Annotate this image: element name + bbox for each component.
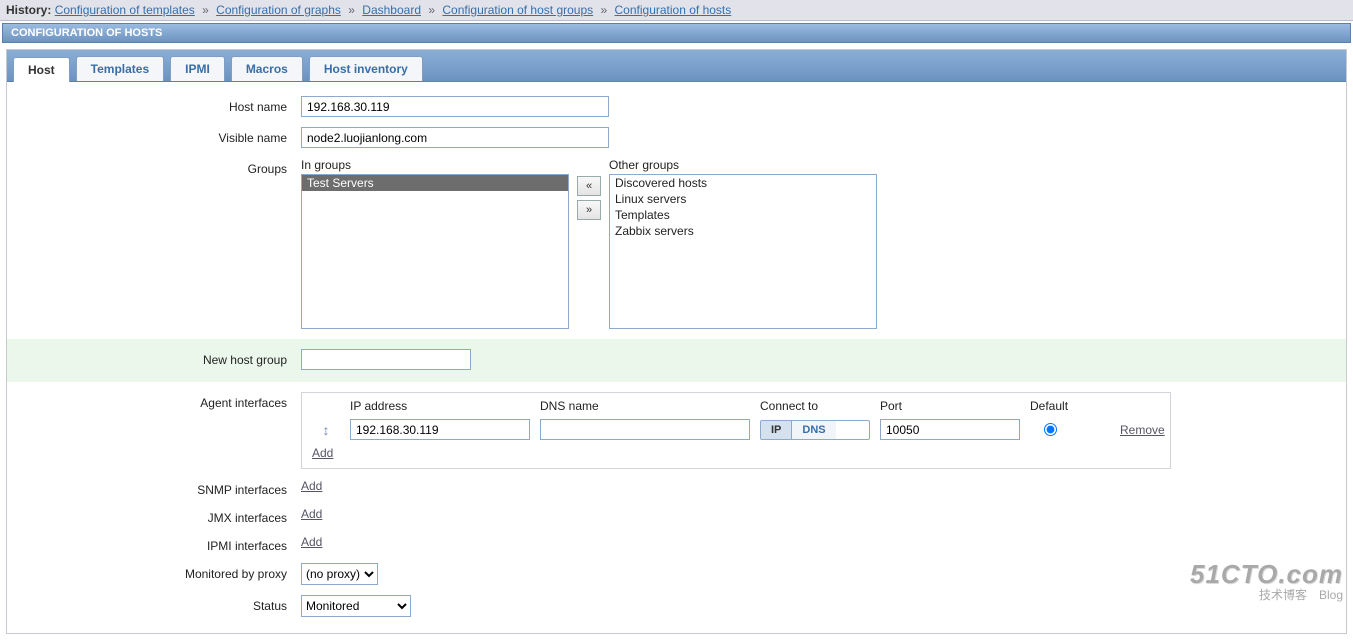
label-ipmi-if: IPMI interfaces <box>21 535 301 553</box>
history-crumb[interactable]: Configuration of templates <box>55 3 195 17</box>
history-crumb[interactable]: Dashboard <box>362 3 421 17</box>
tab-macros[interactable]: Macros <box>231 56 303 81</box>
label-groups: Groups <box>21 158 301 176</box>
add-snmp-interface-link[interactable]: Add <box>301 479 322 493</box>
crumb-sep: » <box>344 3 359 17</box>
list-item[interactable]: Zabbix servers <box>610 223 876 239</box>
add-agent-interface-link[interactable]: Add <box>312 446 333 460</box>
in-groups-listbox[interactable]: Test Servers <box>301 174 569 329</box>
other-groups-caption: Other groups <box>609 158 877 172</box>
move-left-button[interactable]: « <box>577 176 601 196</box>
host-name-input[interactable] <box>301 96 609 117</box>
tab-host[interactable]: Host <box>13 57 70 82</box>
list-item[interactable]: Discovered hosts <box>610 175 876 191</box>
col-dns: DNS name <box>540 399 750 413</box>
label-snmp-if: SNMP interfaces <box>21 479 301 497</box>
list-item[interactable]: Test Servers <box>302 175 568 191</box>
col-ip: IP address <box>350 399 530 413</box>
agent-port-input[interactable] <box>880 419 1020 440</box>
label-host-name: Host name <box>21 96 301 114</box>
connect-dns-button[interactable]: DNS <box>791 421 835 439</box>
label-mon-proxy: Monitored by proxy <box>21 563 301 581</box>
list-item[interactable]: Linux servers <box>610 191 876 207</box>
agent-dns-input[interactable] <box>540 419 750 440</box>
history-label: History: <box>6 3 51 17</box>
crumb-sep: » <box>596 3 611 17</box>
history-crumb[interactable]: Configuration of hosts <box>615 3 732 17</box>
col-port: Port <box>880 399 1020 413</box>
form-content: Host name Visible name Groups In groups … <box>7 82 1346 633</box>
visible-name-input[interactable] <box>301 127 609 148</box>
connect-ip-button[interactable]: IP <box>761 421 791 439</box>
agent-interface-row: ↕ IP DNS Remove <box>312 419 1160 440</box>
tab-host-inventory[interactable]: Host inventory <box>309 56 423 81</box>
proxy-select[interactable]: (no proxy) <box>301 563 378 585</box>
add-jmx-interface-link[interactable]: Add <box>301 507 322 521</box>
crumb-sep: » <box>198 3 213 17</box>
connect-to-toggle: IP DNS <box>760 420 870 440</box>
agent-ip-input[interactable] <box>350 419 530 440</box>
list-item[interactable]: Templates <box>610 207 876 223</box>
tab-templates[interactable]: Templates <box>76 56 164 81</box>
status-select[interactable]: Monitored <box>301 595 411 617</box>
col-connect: Connect to <box>760 399 870 413</box>
history-crumb[interactable]: Configuration of host groups <box>442 3 593 17</box>
agent-default-radio[interactable] <box>1044 423 1057 436</box>
in-groups-caption: In groups <box>301 158 569 172</box>
tab-ipmi[interactable]: IPMI <box>170 56 225 81</box>
new-group-input[interactable] <box>301 349 471 370</box>
drag-handle-icon[interactable]: ↕ <box>312 422 340 438</box>
tab-bar: Host Templates IPMI Macros Host inventor… <box>7 50 1346 82</box>
label-jmx-if: JMX interfaces <box>21 507 301 525</box>
history-crumb[interactable]: Configuration of graphs <box>216 3 341 17</box>
label-agent-if: Agent interfaces <box>21 392 301 410</box>
agent-interfaces-box: IP address DNS name Connect to Port Defa… <box>301 392 1171 469</box>
move-right-button[interactable]: » <box>577 200 601 220</box>
col-default: Default <box>1030 399 1110 413</box>
page-title: CONFIGURATION OF HOSTS <box>2 23 1351 43</box>
label-status: Status <box>21 595 301 613</box>
form-wrapper: Host Templates IPMI Macros Host inventor… <box>6 49 1347 634</box>
label-new-group: New host group <box>21 349 301 367</box>
other-groups-listbox[interactable]: Discovered hosts Linux servers Templates… <box>609 174 877 329</box>
remove-interface-link[interactable]: Remove <box>1120 423 1165 437</box>
label-visible-name: Visible name <box>21 127 301 145</box>
history-bar: History: Configuration of templates » Co… <box>0 0 1353 21</box>
crumb-sep: » <box>424 3 439 17</box>
add-ipmi-interface-link[interactable]: Add <box>301 535 322 549</box>
